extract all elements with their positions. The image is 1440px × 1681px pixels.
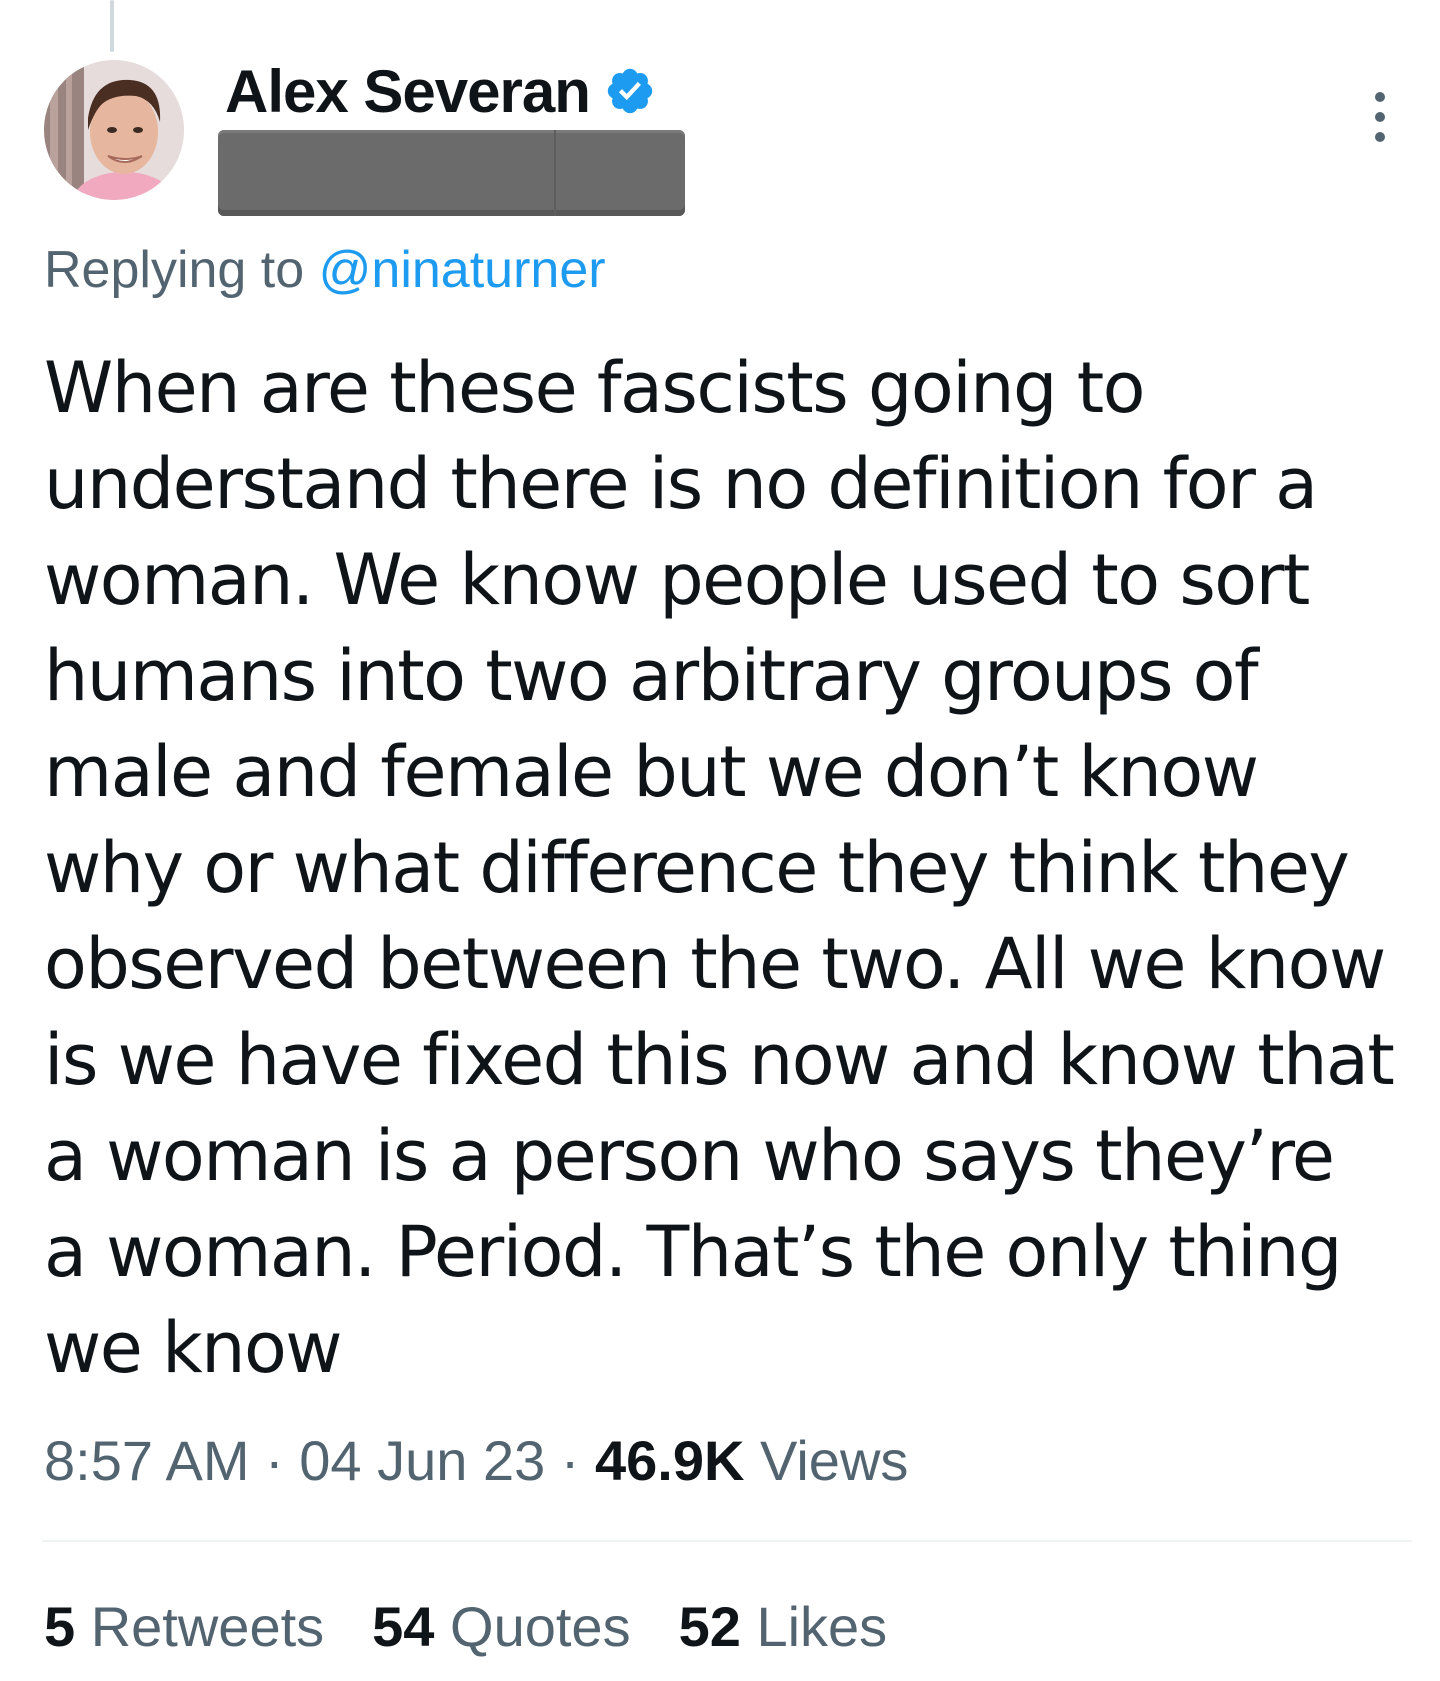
tweet-text-line: we know bbox=[44, 1307, 343, 1389]
tweet-time[interactable]: 8:57 AM bbox=[44, 1429, 249, 1492]
likes-stat[interactable]: 52 Likes bbox=[679, 1594, 888, 1659]
likes-label: Likes bbox=[756, 1595, 888, 1658]
author-display-name[interactable]: Alex Severan bbox=[225, 57, 591, 126]
tweet-text-line: observed between the two. All we know bbox=[44, 923, 1386, 1005]
avatar-photo bbox=[44, 60, 184, 200]
tweet-text-line: a woman is a person who says they’re bbox=[44, 1115, 1335, 1197]
tweet-text: When are these fascists going to underst… bbox=[44, 340, 1424, 1396]
tweet-text-line: woman. We know people used to sort bbox=[44, 539, 1310, 621]
reply-thread-connector bbox=[110, 0, 114, 52]
retweets-count: 5 bbox=[44, 1595, 76, 1658]
meta-separator: · bbox=[265, 1429, 284, 1492]
more-dot bbox=[1375, 112, 1385, 122]
replying-to-prefix: Replying to bbox=[44, 241, 305, 299]
tweet-meta: 8:57 AM · 04 Jun 23 · 46.9K Views bbox=[44, 1428, 908, 1493]
more-dot bbox=[1375, 92, 1385, 102]
tweet-text-line: is we have fixed this now and know that bbox=[44, 1019, 1395, 1101]
more-dot bbox=[1375, 132, 1385, 142]
views-label: Views bbox=[760, 1429, 909, 1492]
retweets-stat[interactable]: 5 Retweets bbox=[44, 1594, 324, 1659]
tweet-text-line: When are these fascists going to bbox=[44, 347, 1146, 429]
tweet-text-line: understand there is no definition for a bbox=[44, 443, 1318, 525]
views-count: 46.9K bbox=[595, 1429, 745, 1492]
quotes-count: 54 bbox=[372, 1595, 435, 1658]
author-name-row: Alex Severan bbox=[225, 57, 656, 126]
redacted-handle bbox=[218, 130, 685, 216]
stats-divider bbox=[42, 1540, 1412, 1542]
retweets-label: Retweets bbox=[90, 1595, 325, 1658]
quotes-stat[interactable]: 54 Quotes bbox=[372, 1594, 630, 1659]
meta-separator: · bbox=[560, 1429, 580, 1492]
more-options-icon[interactable] bbox=[1362, 92, 1398, 142]
replying-to-line: Replying to @ninaturner bbox=[44, 240, 606, 300]
tweet-text-line: why or what difference they think they bbox=[44, 827, 1350, 909]
tweet-text-line: male and female but we don’t know bbox=[44, 731, 1259, 813]
avatar[interactable] bbox=[44, 60, 184, 200]
redaction-seam bbox=[554, 130, 556, 216]
tweet-text-line: a woman. Period. That’s the only thing bbox=[44, 1211, 1342, 1293]
quotes-label: Quotes bbox=[450, 1595, 631, 1658]
verified-badge-icon[interactable] bbox=[604, 65, 656, 117]
tweet-date[interactable]: 04 Jun 23 bbox=[299, 1429, 545, 1492]
tweet-text-line: humans into two arbitrary groups of bbox=[44, 635, 1259, 717]
reply-mention-link[interactable]: @ninaturner bbox=[319, 241, 606, 299]
likes-count: 52 bbox=[678, 1595, 741, 1658]
engagement-stats: 5 Retweets 54 Quotes 52 Likes bbox=[44, 1594, 935, 1659]
